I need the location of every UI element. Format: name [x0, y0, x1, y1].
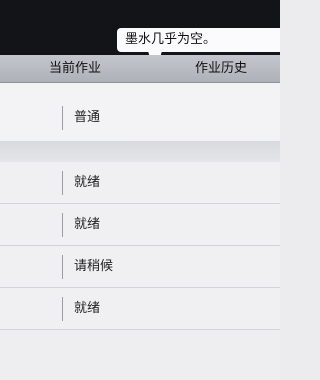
row-divider [62, 171, 63, 195]
job-status-label: 请稍候 [74, 259, 114, 274]
job-status-label: 就绪 [74, 175, 101, 190]
empty-list-area [0, 330, 280, 380]
job-status-label: 就绪 [74, 301, 101, 316]
tab-bar: 当前作业 作业历史 [0, 55, 280, 83]
ink-warning-text: 墨水几乎为空。 [125, 32, 217, 47]
row-divider [62, 106, 63, 130]
job-row[interactable]: 请稍候 [0, 246, 280, 288]
job-row[interactable]: 普通 [0, 97, 280, 139]
row-divider [62, 213, 63, 237]
row-divider [62, 255, 63, 279]
row-divider [62, 297, 63, 321]
job-row[interactable]: 就绪 [0, 204, 280, 246]
tab-current-jobs[interactable]: 当前作业 [0, 55, 150, 82]
job-row[interactable]: 就绪 [0, 288, 280, 330]
ink-warning-tooltip: 墨水几乎为空。 [117, 28, 280, 52]
tab-job-history[interactable]: 作业历史 [162, 55, 280, 82]
job-row[interactable]: 就绪 [0, 162, 280, 204]
job-status-label: 就绪 [74, 217, 101, 232]
job-status-label: 普通 [74, 110, 101, 125]
